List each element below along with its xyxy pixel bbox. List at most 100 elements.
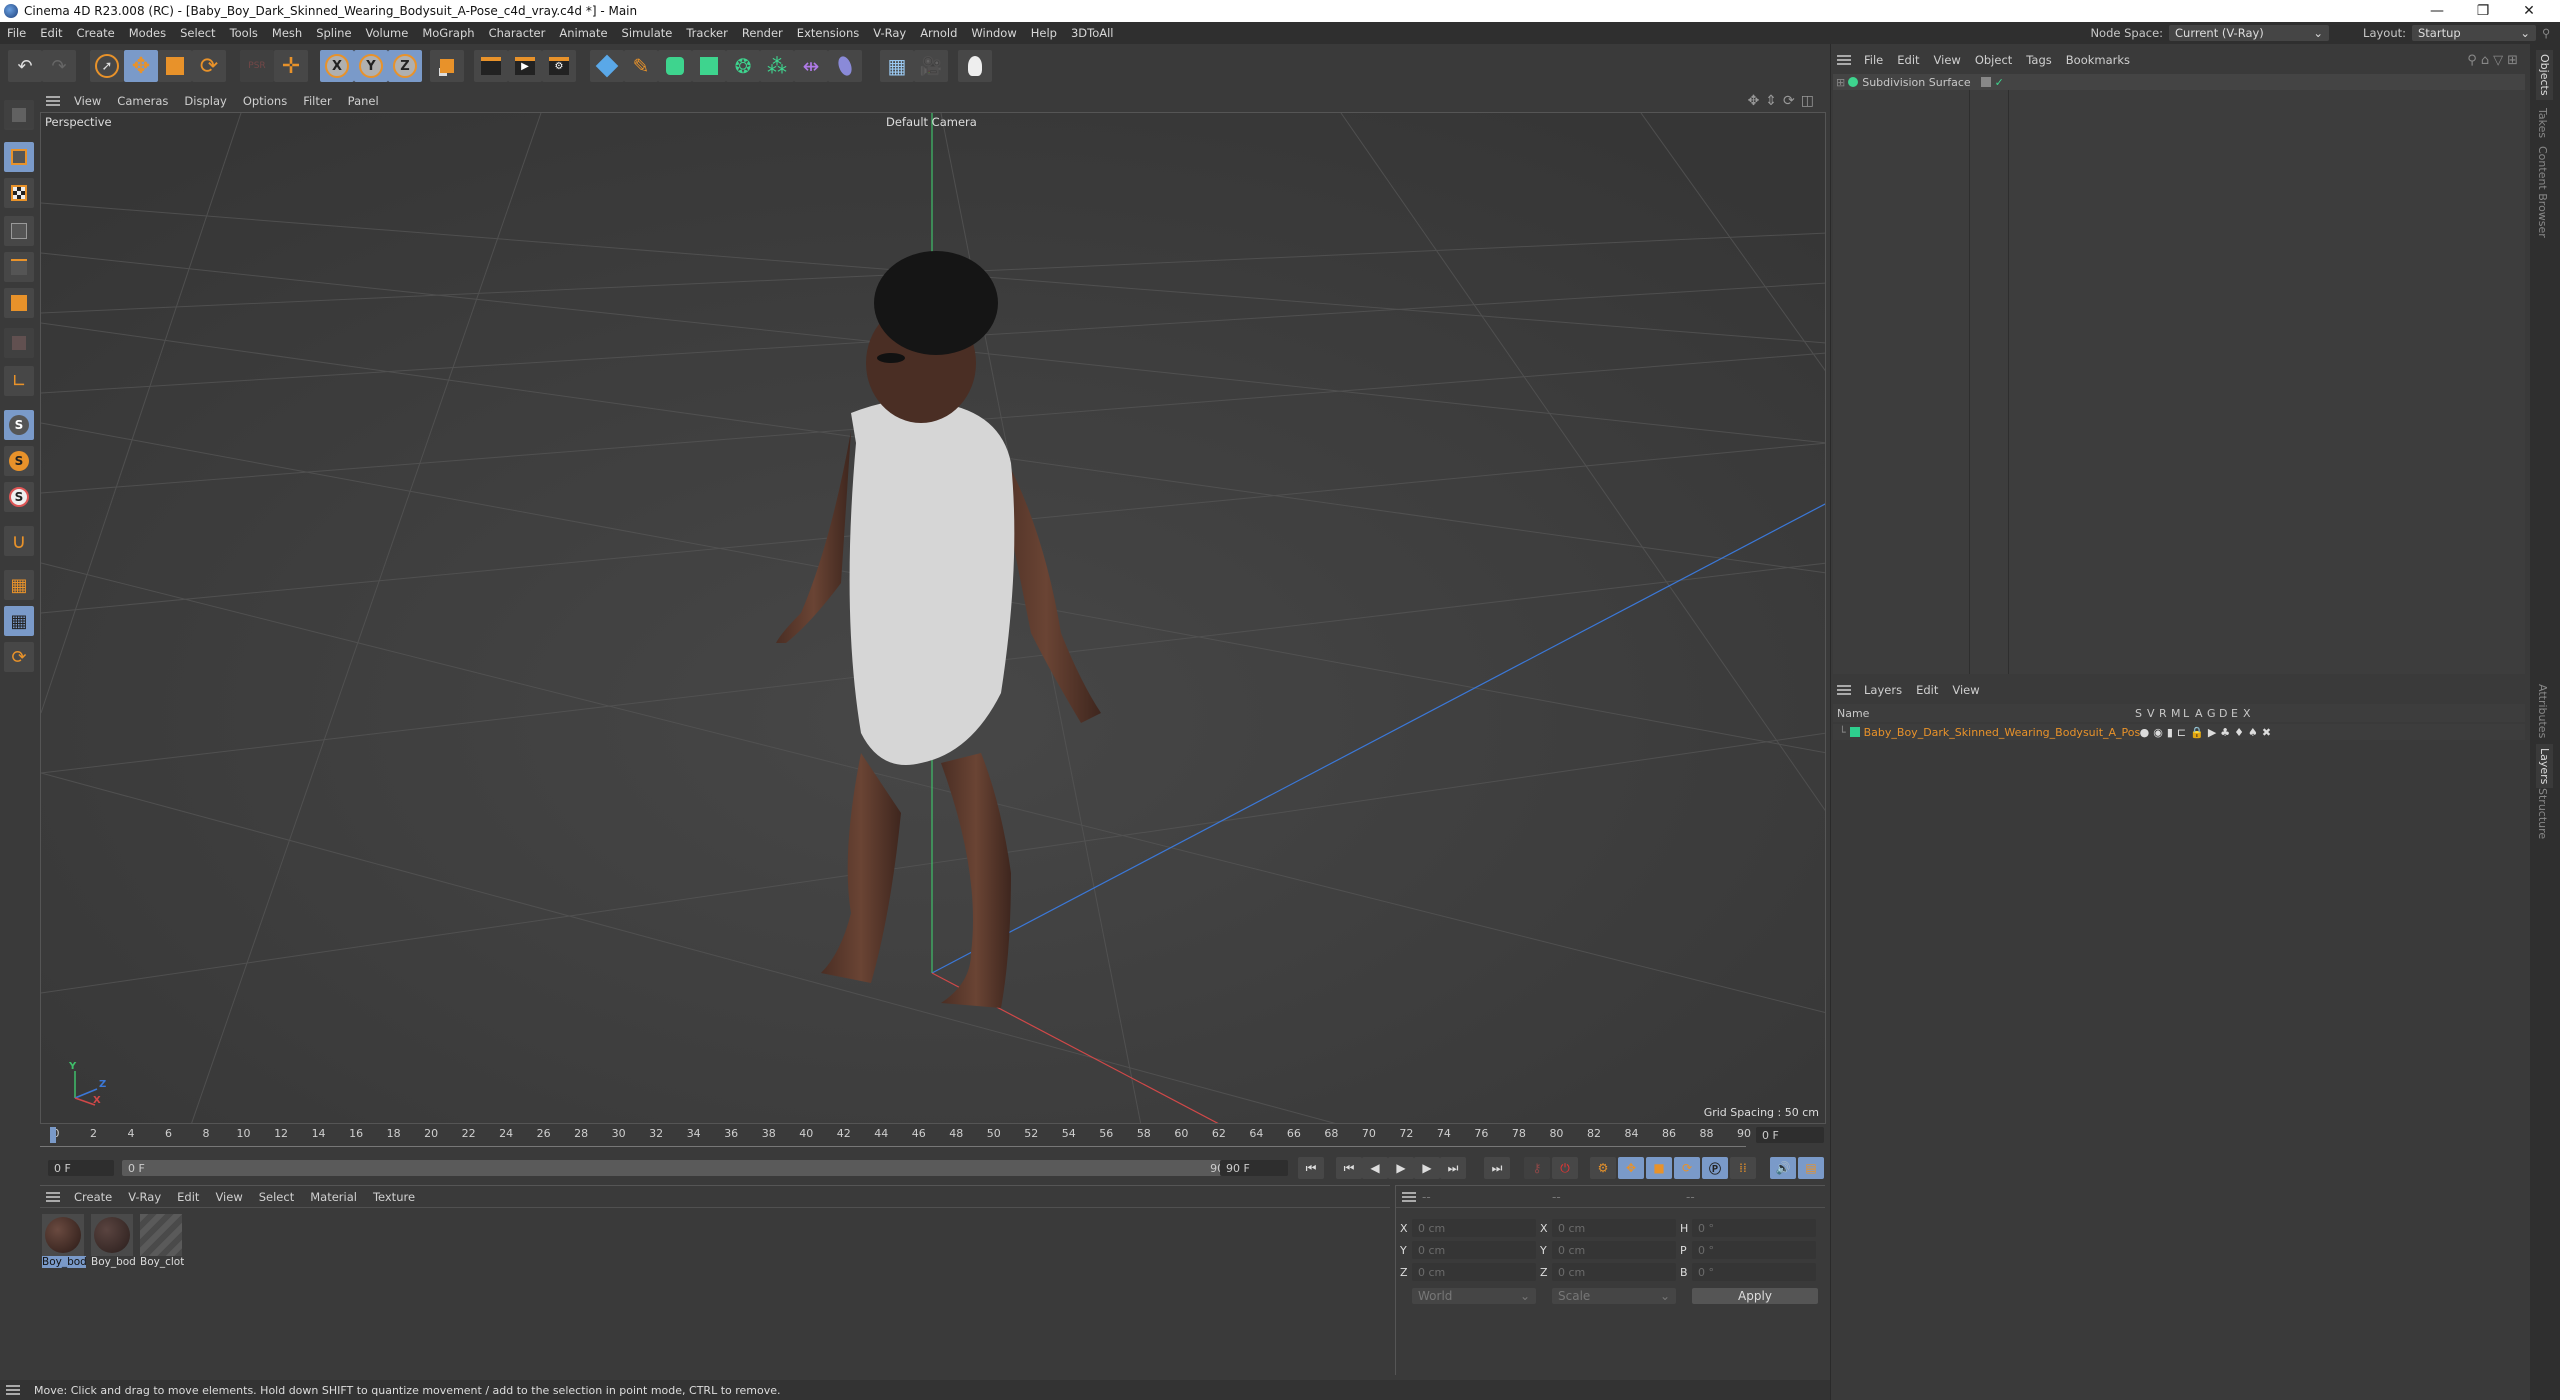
rot-b-field[interactable]: 0 ° [1692,1263,1816,1281]
objects-menu-object[interactable]: Object [1968,53,2019,67]
key-scale-button[interactable]: ■ [1646,1157,1672,1179]
solo-icon[interactable]: ● [2140,726,2154,739]
next-key-button[interactable]: ⏭ [1440,1157,1466,1179]
y-axis-button[interactable]: Y [354,50,388,82]
transform-mode-dropdown[interactable]: Scale ⌄ [1552,1288,1676,1304]
dolly-view-icon[interactable]: ⇕ [1765,93,1783,109]
material-menu-select[interactable]: Select [251,1190,302,1204]
deformer-icon[interactable]: ♦ [2234,726,2248,739]
render-icon[interactable]: ▮ [2167,726,2177,739]
play-button[interactable]: ▶ [1388,1157,1414,1179]
uv-mode-button[interactable] [4,328,34,358]
apply-button[interactable]: Apply [1692,1288,1818,1304]
axis-mode-button[interactable]: ∟ [4,366,34,396]
layers-menu-edit[interactable]: Edit [1909,683,1945,697]
array-button[interactable]: ⁂ [760,50,794,82]
menu-mesh[interactable]: Mesh [265,26,309,40]
menu-spline[interactable]: Spline [309,26,358,40]
snap-settings-button[interactable]: S [4,446,34,476]
menu-modes[interactable]: Modes [122,26,173,40]
menu-edit[interactable]: Edit [33,26,69,40]
object-row[interactable]: ⊞ Subdivision Surface ✓ [1833,74,2525,90]
align-workplane-button[interactable]: ⟳ [4,642,34,672]
rotate-tool-button[interactable]: ⟳ [192,50,226,82]
menu-volume[interactable]: Volume [359,26,416,40]
viewport-menu-display[interactable]: Display [176,94,234,108]
menu-render[interactable]: Render [735,26,790,40]
lock-workplane-button[interactable]: ▦ [4,606,34,636]
floor-button[interactable]: ▦ [880,50,914,82]
layer-row[interactable]: └ Baby_Boy_Dark_Skinned_Wearing_Bodysuit… [1833,724,2525,740]
tab-structure[interactable]: Structure [2536,788,2549,839]
camera-button[interactable]: 🎥 [914,50,948,82]
x-axis-button[interactable]: X [320,50,354,82]
menu-arnold[interactable]: Arnold [913,26,964,40]
pos-y-field[interactable]: 0 cm [1412,1241,1536,1259]
autokey-button[interactable]: ⏻ [1552,1157,1578,1179]
make-editable-button[interactable] [4,100,34,130]
tab-takes[interactable]: Takes [2536,108,2549,138]
pos-z-field[interactable]: 0 cm [1412,1263,1536,1281]
hamburger-icon[interactable] [1837,685,1851,695]
menu-vray[interactable]: V-Ray [866,26,913,40]
manager-icon[interactable]: ⊏ [2177,726,2190,739]
size-y-field[interactable]: 0 cm [1552,1241,1676,1259]
material-item[interactable]: Boy_bod [91,1214,135,1274]
tab-attributes[interactable]: Attributes [2536,684,2549,738]
next-frame-button[interactable]: ▶ [1414,1157,1440,1179]
layers-menu-view[interactable]: View [1945,683,1986,697]
render-button[interactable]: ▶ [508,50,542,82]
filter-icon[interactable]: ▽ [2493,53,2507,68]
model-mode-button[interactable] [4,142,34,172]
layout-toggle-icon[interactable]: ◫ [1801,93,1820,109]
menu-3dtoall[interactable]: 3DToAll [1064,26,1121,40]
orbit-view-icon[interactable]: ⟳ [1783,93,1801,109]
z-axis-button[interactable]: Z [388,50,422,82]
magnet-button[interactable]: ∪ [4,526,34,556]
add-button[interactable]: ✛ [274,50,308,82]
workplane-snap-button[interactable]: S [4,482,34,512]
menu-create[interactable]: Create [70,26,122,40]
material-menu-edit[interactable]: Edit [169,1190,207,1204]
editor-visibility-icon[interactable] [1980,77,1991,87]
menu-help[interactable]: Help [1024,26,1064,40]
maximize-button[interactable]: ❐ [2460,0,2506,22]
material-item[interactable]: Boy_clot [140,1214,184,1274]
current-frame-field[interactable]: 0 F [1756,1127,1824,1143]
lock-icon[interactable]: 🔒 [2190,726,2208,739]
snap-button[interactable]: S [4,410,34,440]
workplane-button[interactable]: ▦ [4,570,34,600]
layer-color-swatch[interactable] [1849,727,1860,737]
expand-icon[interactable]: ⊞ [1836,76,1845,89]
key-pla-button[interactable]: ⁞⁞ [1730,1157,1756,1179]
material-item[interactable]: Boy_bod [42,1214,86,1274]
objects-menu-tags[interactable]: Tags [2019,53,2058,67]
rot-h-field[interactable]: 0 ° [1692,1219,1816,1237]
viewport-menu-view[interactable]: View [66,94,109,108]
previous-frame-button[interactable]: ◀ [1362,1157,1388,1179]
select-tool-button[interactable]: ➚ [90,50,124,82]
pan-view-icon[interactable]: ✥ [1748,93,1766,109]
keyframe-selection-button[interactable]: ⚙ [1590,1157,1616,1179]
expression-icon[interactable]: ♠ [2248,726,2262,739]
move-tool-button[interactable]: ✥ [124,50,158,82]
viewport-menu-options[interactable]: Options [235,94,295,108]
redo-button[interactable]: ↷ [42,50,76,82]
subdivision-button[interactable] [658,50,692,82]
render-view-button[interactable] [474,50,508,82]
pos-x-field[interactable]: 0 cm [1412,1219,1536,1237]
cloner-button[interactable]: ❂ [726,50,760,82]
tab-objects[interactable]: Objects [2536,50,2553,100]
menu-animate[interactable]: Animate [552,26,614,40]
generator-icon[interactable]: ♣ [2220,726,2234,739]
previous-key-button[interactable]: ⏮ [1336,1157,1362,1179]
layers-menu-layers[interactable]: Layers [1857,683,1909,697]
viewport-menu-filter[interactable]: Filter [295,94,339,108]
hamburger-icon[interactable] [1402,1191,1416,1202]
viewport-menu-cameras[interactable]: Cameras [109,94,176,108]
key-parameter-button[interactable]: Ⓟ [1702,1157,1728,1179]
timeline-ruler[interactable]: 0 2 4 6 8 10 12 14 16 18 20 22 24 26 28 30 32 34 36 38 40 42 4… [40,1124,1826,1146]
polygons-mode-button[interactable] [4,288,34,318]
psr-button[interactable]: PSR [240,50,274,82]
material-menu-view[interactable]: View [207,1190,250,1204]
